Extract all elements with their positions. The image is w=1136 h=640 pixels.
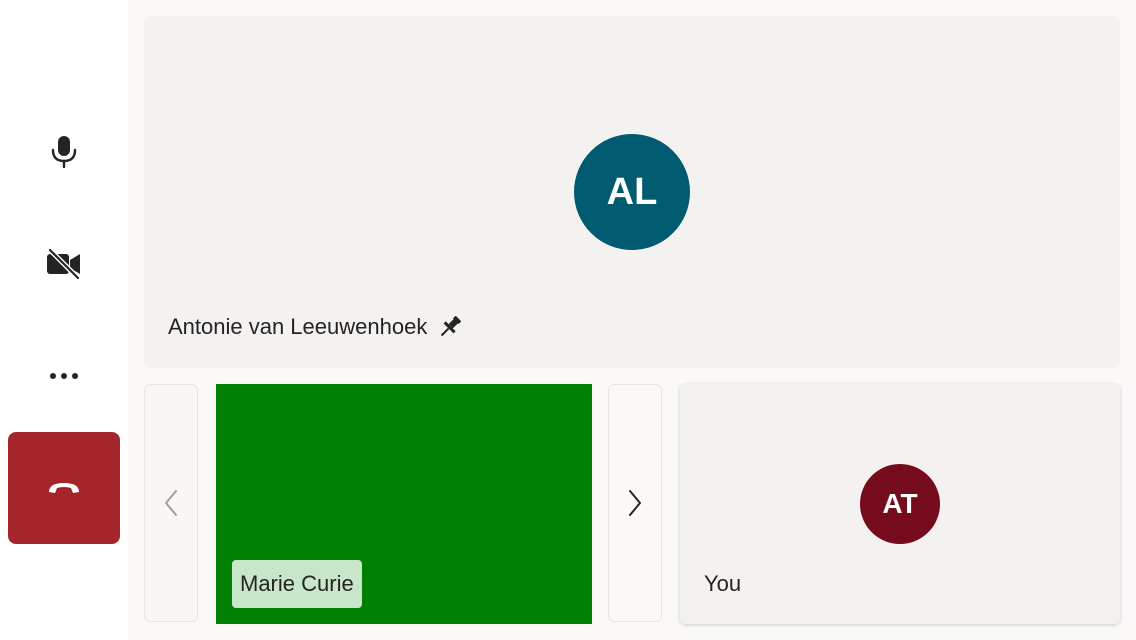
call-stage: AL Antonie van Leeuwenhoek Marie Curie A… bbox=[128, 0, 1136, 640]
more-options-icon bbox=[50, 373, 78, 379]
microphone-icon bbox=[51, 136, 77, 169]
carousel-prev-button[interactable] bbox=[144, 384, 198, 622]
chevron-right-icon bbox=[629, 490, 641, 516]
pinned-participant-tile[interactable]: AL Antonie van Leeuwenhoek bbox=[144, 16, 1120, 368]
video-off-icon bbox=[47, 248, 80, 280]
avatar: AL bbox=[574, 134, 690, 250]
camera-button[interactable] bbox=[8, 208, 120, 320]
hang-up-icon bbox=[49, 483, 79, 493]
participant-name-row: Antonie van Leeuwenhoek bbox=[168, 314, 463, 340]
call-controls-bar bbox=[0, 0, 128, 640]
participant-video-tile[interactable]: Marie Curie bbox=[216, 384, 592, 624]
hang-up-button[interactable] bbox=[8, 432, 120, 544]
self-view-tile[interactable]: AT You bbox=[680, 384, 1120, 624]
microphone-button[interactable] bbox=[8, 96, 120, 208]
participant-name: Antonie van Leeuwenhoek bbox=[168, 314, 428, 339]
self-name: You bbox=[704, 571, 742, 596]
pin-icon bbox=[441, 316, 462, 337]
avatar: AT bbox=[860, 464, 940, 544]
participant-name-badge: Marie Curie bbox=[232, 560, 362, 608]
chevron-left-icon bbox=[165, 490, 177, 516]
more-options-button[interactable] bbox=[8, 320, 120, 432]
carousel-next-button[interactable] bbox=[608, 384, 662, 622]
